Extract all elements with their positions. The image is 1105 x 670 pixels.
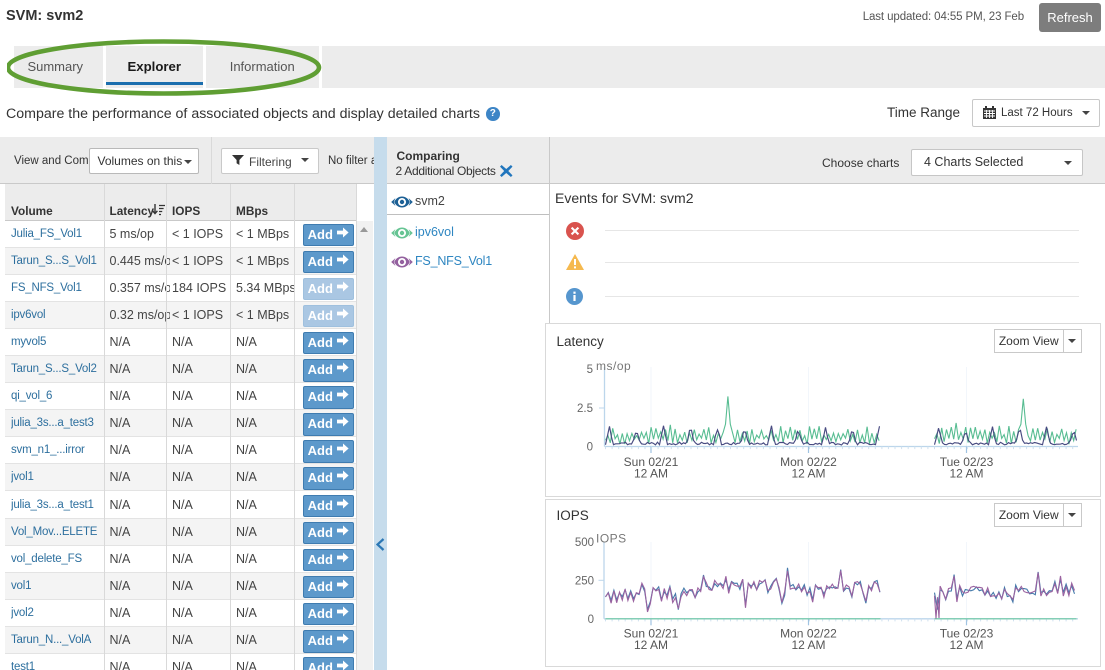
svg-text:12 AM: 12 AM <box>791 638 825 652</box>
svg-text:12 AM: 12 AM <box>949 638 983 652</box>
svg-text:12 AM: 12 AM <box>791 466 825 480</box>
svg-text:250: 250 <box>574 575 593 587</box>
svg-text:500: 500 <box>574 537 593 549</box>
svg-text:0: 0 <box>586 441 592 453</box>
svg-text:IOPS: IOPS <box>596 532 627 546</box>
svg-text:ms/op: ms/op <box>596 359 631 373</box>
svg-text:12 AM: 12 AM <box>633 638 667 652</box>
svg-text:12 AM: 12 AM <box>949 466 983 480</box>
svg-text:2.5: 2.5 <box>577 403 593 415</box>
svg-text:12 AM: 12 AM <box>633 466 667 480</box>
svg-text:5: 5 <box>586 364 592 376</box>
svg-text:0: 0 <box>587 614 593 626</box>
